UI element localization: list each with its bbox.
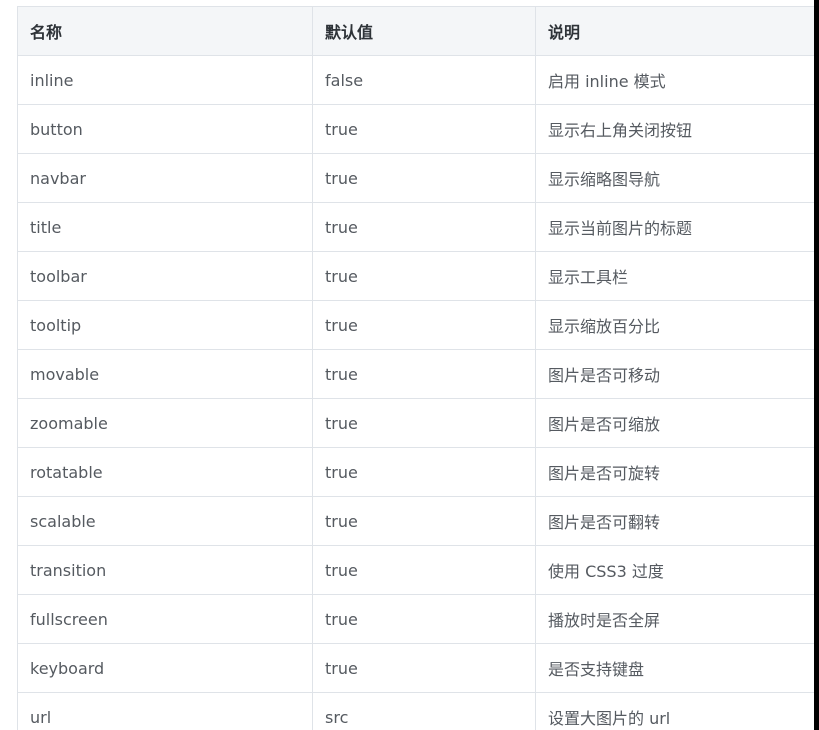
header-default: 默认值 <box>312 6 536 56</box>
table-row: button true 显示右上角关闭按钮 <box>17 104 815 154</box>
table-row: title true 显示当前图片的标题 <box>17 202 815 252</box>
header-row: 名称 默认值 说明 <box>17 6 815 56</box>
cell-name: navbar <box>17 153 313 203</box>
cell-description: 播放时是否全屏 <box>535 594 815 644</box>
table-row: inline false 启用 inline 模式 <box>17 55 815 105</box>
page: 名称 默认值 说明 inline false 启用 inline 模式 button t… <box>0 0 819 730</box>
cell-default: true <box>312 300 536 350</box>
header-name: 名称 <box>17 6 313 56</box>
cell-name: movable <box>17 349 313 399</box>
cell-description: 图片是否可旋转 <box>535 447 815 497</box>
cell-description: 设置大图片的 url <box>535 692 815 730</box>
table-row: rotatable true 图片是否可旋转 <box>17 447 815 497</box>
table-row: fullscreen true 播放时是否全屏 <box>17 594 815 644</box>
cell-name: scalable <box>17 496 313 546</box>
cell-default: true <box>312 545 536 595</box>
cell-default: false <box>312 55 536 105</box>
cell-description: 图片是否可移动 <box>535 349 815 399</box>
cell-description: 使用 CSS3 过度 <box>535 545 815 595</box>
cell-description: 启用 inline 模式 <box>535 55 815 105</box>
cell-name: zoomable <box>17 398 313 448</box>
cell-description: 显示右上角关闭按钮 <box>535 104 815 154</box>
table-row: navbar true 显示缩略图导航 <box>17 153 815 203</box>
cell-description: 是否支持键盘 <box>535 643 815 693</box>
cell-default: true <box>312 349 536 399</box>
cell-name: tooltip <box>17 300 313 350</box>
cell-name: rotatable <box>17 447 313 497</box>
cell-name: keyboard <box>17 643 313 693</box>
cell-default: true <box>312 398 536 448</box>
table-header: 名称 默认值 说明 <box>17 6 815 56</box>
cell-description: 图片是否可缩放 <box>535 398 815 448</box>
cell-name: fullscreen <box>17 594 313 644</box>
table-row: toolbar true 显示工具栏 <box>17 251 815 301</box>
cell-default: true <box>312 447 536 497</box>
table-row: url src 设置大图片的 url <box>17 692 815 730</box>
cell-default: true <box>312 594 536 644</box>
table-body: inline false 启用 inline 模式 button true 显示右上角关闭… <box>17 55 815 730</box>
cell-description: 图片是否可翻转 <box>535 496 815 546</box>
cell-default: true <box>312 496 536 546</box>
table-row: transition true 使用 CSS3 过度 <box>17 545 815 595</box>
table-row: keyboard true 是否支持键盘 <box>17 643 815 693</box>
cell-default: true <box>312 643 536 693</box>
cell-default: true <box>312 251 536 301</box>
cell-name: title <box>17 202 313 252</box>
cell-name: toolbar <box>17 251 313 301</box>
cell-description: 显示工具栏 <box>535 251 815 301</box>
cell-description: 显示缩略图导航 <box>535 153 815 203</box>
options-table: 名称 默认值 说明 inline false 启用 inline 模式 button t… <box>17 6 815 730</box>
right-edge-bar <box>814 0 819 730</box>
cell-default: true <box>312 104 536 154</box>
table-row: movable true 图片是否可移动 <box>17 349 815 399</box>
header-description: 说明 <box>535 6 815 56</box>
cell-description: 显示当前图片的标题 <box>535 202 815 252</box>
cell-name: url <box>17 692 313 730</box>
table-row: tooltip true 显示缩放百分比 <box>17 300 815 350</box>
table-row: zoomable true 图片是否可缩放 <box>17 398 815 448</box>
table-row: scalable true 图片是否可翻转 <box>17 496 815 546</box>
cell-name: button <box>17 104 313 154</box>
cell-default: src <box>312 692 536 730</box>
cell-default: true <box>312 202 536 252</box>
cell-default: true <box>312 153 536 203</box>
cell-name: inline <box>17 55 313 105</box>
cell-description: 显示缩放百分比 <box>535 300 815 350</box>
cell-name: transition <box>17 545 313 595</box>
